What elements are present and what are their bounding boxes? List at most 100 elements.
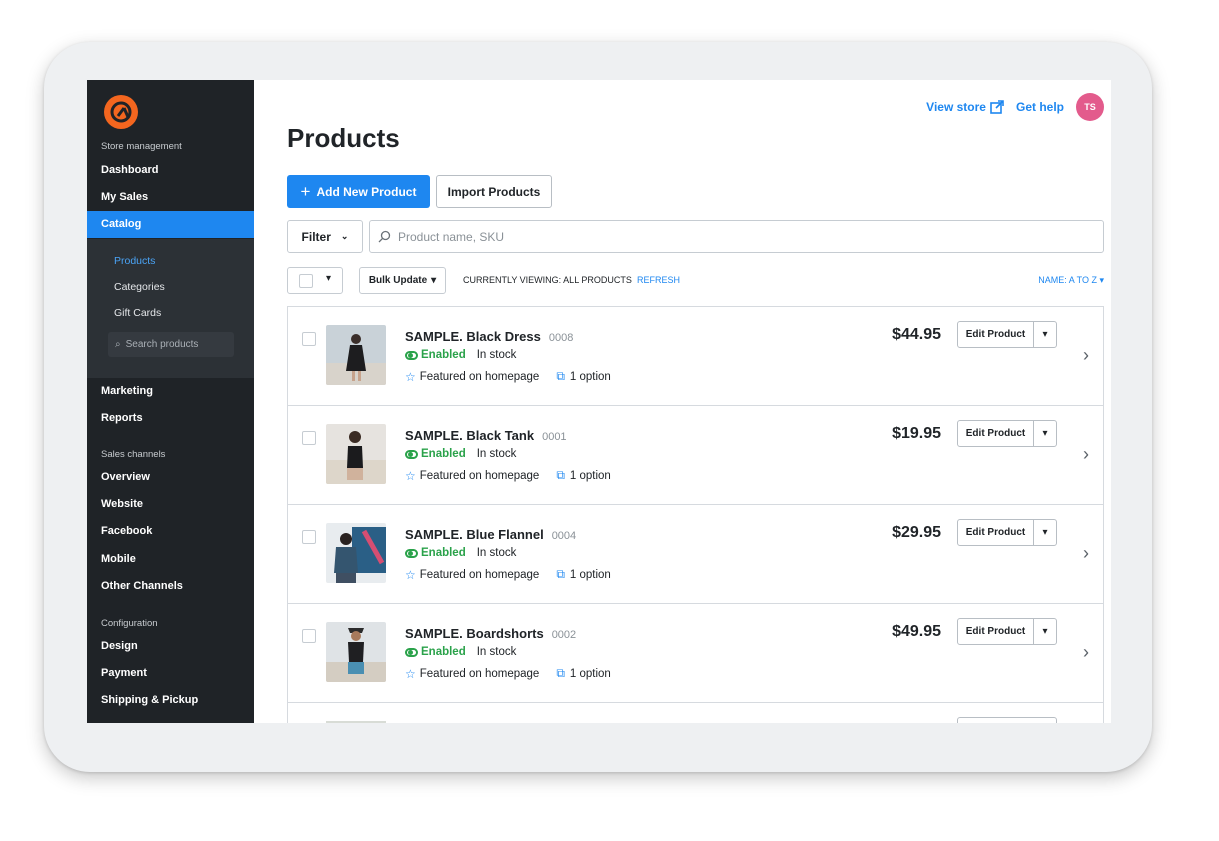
product-name[interactable]: SAMPLE. Boardshorts 0002 (405, 626, 576, 641)
star-icon[interactable]: ☆ (405, 667, 416, 681)
toggle-icon (405, 548, 418, 558)
featured-label: Featured on homepage (419, 469, 540, 482)
chevron-right-icon[interactable]: › (1083, 345, 1089, 366)
edit-product-button[interactable]: Edit Product (958, 322, 1034, 347)
product-thumbnail[interactable] (326, 622, 386, 682)
sidebar-subitem-products[interactable]: Products (114, 255, 155, 267)
options-icon: ⧉ (556, 468, 565, 482)
select-all-dropdown[interactable]: ▾ (287, 267, 343, 294)
product-sku: 0008 (548, 332, 574, 344)
import-products-button[interactable]: Import Products (436, 175, 552, 208)
edit-product-group[interactable] (957, 717, 1057, 723)
product-sku: 0002 (551, 629, 577, 641)
toggle-icon (405, 647, 418, 657)
row-checkbox[interactable] (302, 431, 316, 445)
product-meta: ☆ Featured on homepage ⧉ 1 option (405, 567, 611, 582)
product-thumbnail[interactable] (326, 424, 386, 484)
main-content: View store Get help TS Products + Add Ne… (254, 80, 1111, 723)
sidebar-item-design[interactable]: Design (87, 633, 254, 660)
product-thumbnail[interactable] (326, 325, 386, 385)
sidebar-item-overview[interactable]: Overview (87, 464, 254, 491)
plus-icon: + (300, 182, 311, 201)
select-all-checkbox[interactable] (299, 274, 313, 288)
product-name[interactable]: SAMPLE. Black Tank 0001 (405, 428, 567, 443)
refresh-link[interactable]: REFRESH (637, 275, 680, 285)
currently-viewing-label: CURRENTLY VIEWING: ALL PRODUCTS (463, 275, 632, 285)
sidebar-item-facebook[interactable]: Facebook (87, 518, 254, 545)
product-status: Enabled In stock (405, 349, 516, 361)
sidebar-item-catalog[interactable]: Catalog (87, 211, 254, 238)
filter-label: Filter (301, 229, 331, 244)
sidebar-item-mobile[interactable]: Mobile (87, 546, 254, 573)
chevron-down-icon[interactable]: ▾ (1034, 421, 1056, 446)
sidebar-item-shipping-pickup[interactable]: Shipping & Pickup (87, 687, 254, 714)
sidebar-item-dashboard[interactable]: Dashboard (87, 157, 254, 184)
enabled-status[interactable]: Enabled (405, 448, 466, 460)
sidebar-item-marketing[interactable]: Marketing (87, 378, 254, 405)
store-logo-icon[interactable] (104, 95, 138, 129)
sidebar-subitem-gift-cards[interactable]: Gift Cards (114, 307, 161, 319)
chevron-down-icon[interactable]: ▾ (1034, 322, 1056, 347)
sidebar-item-reports[interactable]: Reports (87, 405, 254, 432)
edit-product-button[interactable]: Edit Product (958, 520, 1034, 545)
enabled-status[interactable]: Enabled (405, 646, 466, 658)
sidebar-item-website[interactable]: Website (87, 491, 254, 518)
sidebar-search-input[interactable]: ⌕ Search products (108, 332, 234, 357)
sort-label: NAME: A TO Z (1038, 275, 1097, 285)
sidebar-item-other-channels[interactable]: Other Channels (87, 573, 254, 600)
filter-dropdown[interactable]: Filter ⌄ (287, 220, 363, 253)
get-help-link[interactable]: Get help (1016, 100, 1064, 114)
product-thumbnail[interactable] (326, 721, 386, 723)
star-icon[interactable]: ☆ (405, 469, 416, 483)
view-store-link[interactable]: View store (926, 100, 1004, 114)
enabled-status[interactable]: Enabled (405, 349, 466, 361)
add-new-product-button[interactable]: + Add New Product (287, 175, 430, 208)
product-price: $44.95 (892, 326, 941, 343)
sort-dropdown[interactable]: NAME: A TO Z ▾ (1038, 275, 1104, 286)
product-row[interactable]: SAMPLE. Boardshorts 0002 Enabled In stock… (287, 604, 1104, 703)
product-row-partial[interactable] (287, 703, 1104, 723)
stock-status: In stock (476, 349, 517, 361)
enabled-status[interactable]: Enabled (405, 547, 466, 559)
options-icon: ⧉ (556, 369, 565, 383)
chevron-right-icon[interactable]: › (1083, 444, 1089, 465)
chevron-down-icon[interactable]: ▾ (1034, 619, 1056, 644)
row-checkbox[interactable] (302, 332, 316, 346)
chevron-down-icon[interactable]: ▾ (1034, 520, 1056, 545)
product-name[interactable]: SAMPLE. Black Dress 0008 (405, 329, 573, 344)
product-row[interactable]: SAMPLE. Black Tank 0001 Enabled In stock … (287, 406, 1104, 505)
toggle-icon (405, 449, 418, 459)
chevron-right-icon[interactable]: › (1083, 543, 1089, 564)
bulk-update-dropdown[interactable]: Bulk Update ▾ (359, 267, 446, 294)
product-row[interactable]: SAMPLE. Black Dress 0008 Enabled In stock… (287, 307, 1104, 406)
avatar[interactable]: TS (1076, 93, 1104, 121)
product-search-input[interactable]: Product name, SKU (369, 220, 1104, 253)
sidebar-subitem-categories[interactable]: Categories (114, 281, 165, 293)
product-meta: ☆ Featured on homepage ⧉ 1 option (405, 468, 611, 483)
external-link-icon (990, 100, 1004, 114)
chevron-down-icon: ▾ (1099, 275, 1104, 285)
sidebar-item-my-sales[interactable]: My Sales (87, 184, 254, 211)
section-configuration: Configuration (101, 618, 158, 629)
sidebar-item-payment[interactable]: Payment (87, 660, 254, 687)
enabled-label: Enabled (421, 646, 466, 658)
app-screen: Store management Dashboard My Sales Cata… (87, 80, 1111, 723)
edit-product-button[interactable]: Edit Product (958, 619, 1034, 644)
enabled-label: Enabled (421, 349, 466, 361)
options-icon: ⧉ (556, 666, 565, 680)
product-thumbnail[interactable] (326, 523, 386, 583)
edit-product-button[interactable]: Edit Product (958, 421, 1034, 446)
star-icon[interactable]: ☆ (405, 370, 416, 384)
product-sku: 0001 (542, 431, 567, 443)
product-meta: ☆ Featured on homepage ⧉ 1 option (405, 666, 611, 681)
star-icon[interactable]: ☆ (405, 568, 416, 582)
row-checkbox[interactable] (302, 629, 316, 643)
stock-status: In stock (476, 646, 517, 658)
chevron-right-icon[interactable]: › (1083, 642, 1089, 663)
product-name[interactable]: SAMPLE. Blue Flannel 0004 (405, 527, 576, 542)
product-name-text: SAMPLE. Black Tank (405, 428, 535, 443)
product-price: $29.95 (892, 524, 941, 541)
stock-status: In stock (476, 547, 517, 559)
product-row[interactable]: SAMPLE. Blue Flannel 0004 Enabled In stoc… (287, 505, 1104, 604)
row-checkbox[interactable] (302, 530, 316, 544)
